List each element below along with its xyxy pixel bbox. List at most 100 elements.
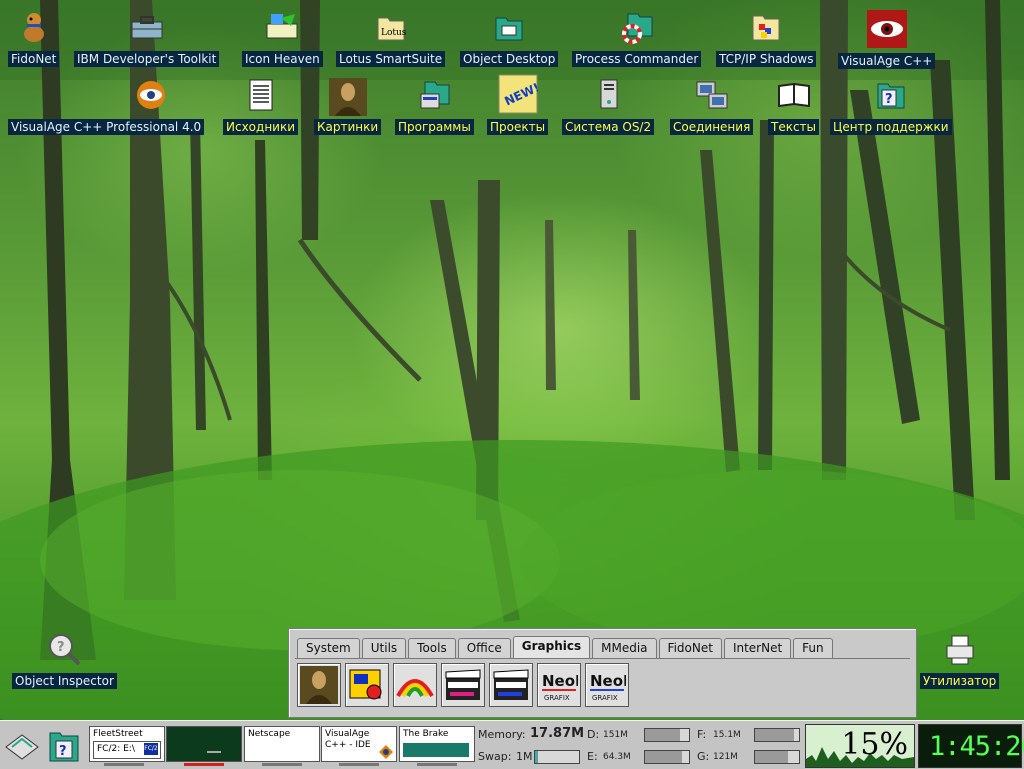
window-indicator bbox=[339, 763, 379, 766]
tab-graphics[interactable]: Graphics bbox=[512, 636, 591, 658]
fleetstreet-window-thumb[interactable]: FleetStreet FC/2: E:\ FC/2 bbox=[89, 726, 165, 762]
printer-icon bbox=[943, 632, 977, 666]
visualage-ide-window-thumb[interactable]: VisualAge C++ - IDE bbox=[321, 726, 397, 762]
film-editor-tool-button[interactable] bbox=[345, 663, 389, 707]
desktop-icon-ibm-developers-toolkit[interactable]: IBM Developer's Toolkit bbox=[74, 10, 220, 67]
desktop-icon-os2-system[interactable]: Система OS/2 bbox=[562, 78, 655, 135]
drive-d-value: 151M bbox=[603, 730, 628, 740]
tab-fidonet[interactable]: FidoNet bbox=[658, 638, 722, 658]
drive-g-value: 121M bbox=[713, 752, 738, 762]
connections-icon bbox=[695, 78, 729, 112]
desktop-icon-fidonet[interactable]: FidoNet bbox=[8, 10, 60, 67]
drive-g-label: G: bbox=[697, 750, 710, 763]
desktop-icon-object-desktop[interactable]: Object Desktop bbox=[460, 10, 559, 67]
tab-tools[interactable]: Tools bbox=[408, 638, 456, 658]
desktop-book-icon bbox=[5, 734, 39, 760]
icon-editor-icon bbox=[265, 10, 299, 44]
minimap-window-mark bbox=[207, 751, 221, 753]
drive-e-value: 64.3M bbox=[603, 752, 631, 762]
drive-f-value: 15.1M bbox=[713, 730, 741, 740]
desktop-icon-sources[interactable]: Исходники bbox=[223, 78, 299, 135]
drive-g-bar-fill bbox=[755, 751, 788, 763]
the-brake-title: The Brake bbox=[403, 729, 449, 739]
desktop-icon-tcpip-shadows[interactable]: TCP/IP Shadows bbox=[716, 10, 817, 67]
tab-fun[interactable]: Fun bbox=[793, 638, 833, 658]
desktop-icon-texts[interactable]: Тексты bbox=[768, 78, 820, 135]
launchpad-tabs: System Utils Tools Office Graphics MMedi… bbox=[297, 636, 835, 658]
fc2-icon: FC/2 bbox=[144, 743, 158, 755]
os2-desktop-button[interactable] bbox=[2, 725, 42, 765]
neon-grafix-alt-tool-button[interactable]: NeoN GRAFIX bbox=[585, 663, 629, 707]
desktop-icon-process-commander[interactable]: Process Commander bbox=[572, 10, 702, 67]
desktop-icon-label: Система OS/2 bbox=[562, 119, 655, 135]
the-brake-window-thumb[interactable]: The Brake bbox=[399, 726, 475, 762]
desktop-icon-programs[interactable]: Программы bbox=[395, 78, 474, 135]
logo-subtext: GRAFIX bbox=[544, 694, 570, 702]
svg-text:Lotus: Lotus bbox=[381, 28, 407, 38]
toolbox-icon bbox=[130, 10, 164, 44]
desktop-icon-label: Icon Heaven bbox=[242, 51, 323, 67]
desktop-icon-label: Object Desktop bbox=[460, 51, 559, 67]
memory-label: Memory: bbox=[478, 728, 526, 741]
desktop-icon-label: Lotus SmartSuite bbox=[336, 51, 446, 67]
drive-f-bar bbox=[754, 728, 800, 742]
window-indicator bbox=[262, 763, 302, 766]
desktop-icon-object-inspector[interactable]: ? Object Inspector bbox=[12, 632, 117, 689]
dog-icon bbox=[17, 10, 51, 44]
desktop-icon-label: IBM Developer's Toolkit bbox=[74, 51, 220, 67]
tab-mmedia[interactable]: MMedia bbox=[592, 638, 657, 658]
rainbow-icon bbox=[396, 679, 434, 698]
film-editor-icon bbox=[349, 669, 382, 700]
swap-label: Swap: bbox=[478, 750, 512, 763]
lotus-folder-icon: Lotus bbox=[374, 10, 408, 44]
swap-value: 1M bbox=[516, 750, 533, 763]
desktop-icon-label: Исходники bbox=[223, 119, 299, 135]
drive-e-bar bbox=[644, 750, 690, 764]
svg-text:?: ? bbox=[59, 744, 67, 759]
fc-window-thumb[interactable]: FC/2: E:\ FC/2 bbox=[93, 741, 161, 759]
help-center-button[interactable]: ? bbox=[44, 725, 84, 765]
desktop-icon-support-center[interactable]: ? Центр поддержки bbox=[830, 78, 952, 135]
visualage-ide-title: VisualAge C++ - IDE bbox=[325, 729, 371, 750]
desktop-icon-lotus-smartsuite[interactable]: Lotus Lotus SmartSuite bbox=[336, 10, 446, 67]
desktop-icon-projects[interactable]: NEW! Проекты bbox=[487, 74, 549, 135]
swap-bar bbox=[534, 750, 580, 764]
desktop-icon-connections[interactable]: Соединения bbox=[670, 78, 754, 135]
visualage-pro-icon bbox=[134, 78, 168, 112]
drive-g-bar bbox=[754, 750, 800, 764]
desktop-icon-label: Программы bbox=[395, 119, 474, 135]
desktop-icon-visualage-cpp[interactable]: VisualAge C++ bbox=[838, 10, 936, 69]
help-folder-icon: ? bbox=[49, 732, 79, 762]
tab-utils[interactable]: Utils bbox=[361, 638, 407, 658]
mona-lisa-tool-button[interactable] bbox=[297, 663, 341, 707]
memory-value: 17.87M bbox=[530, 726, 585, 741]
desktop-icon-visualage-cpp-professional[interactable]: VisualAge C++ Professional 4.0 bbox=[8, 78, 205, 135]
rainbow-tool-button[interactable] bbox=[393, 663, 437, 707]
svg-text:?: ? bbox=[57, 640, 65, 655]
tab-office[interactable]: Office bbox=[457, 638, 511, 658]
lifebuoy-folder-icon bbox=[620, 10, 654, 44]
desktop-icon-label: FidoNet bbox=[8, 51, 60, 67]
netscape-window-thumb[interactable]: Netscape bbox=[244, 726, 320, 762]
desktop-icon-label: Проекты bbox=[487, 119, 549, 135]
fc-path: FC/2: E:\ bbox=[97, 744, 135, 754]
computer-icon bbox=[591, 78, 625, 112]
book-icon bbox=[777, 78, 811, 112]
clock[interactable]: 1:45:26 bbox=[918, 724, 1024, 768]
clapper-tool-button[interactable] bbox=[441, 663, 485, 707]
tab-system[interactable]: System bbox=[297, 638, 360, 658]
cpu-load-monitor[interactable]: 15% bbox=[805, 724, 915, 768]
desktop-icon-pictures[interactable]: Картинки bbox=[314, 78, 382, 135]
drive-d-label: D: bbox=[587, 728, 600, 741]
swap-bar-fill bbox=[535, 751, 538, 763]
tab-internet[interactable]: InterNet bbox=[723, 638, 792, 658]
programs-folder-icon bbox=[417, 78, 451, 112]
neon-grafix-tool-button[interactable]: NeoN GRAFIX bbox=[537, 663, 581, 707]
desktop-icon-icon-heaven[interactable]: Icon Heaven bbox=[242, 10, 323, 67]
eye-icon bbox=[866, 10, 907, 50]
desktop-minimap[interactable] bbox=[166, 726, 242, 762]
desktop-icon-label: Утилизатор bbox=[920, 673, 1000, 689]
clapper-alt-tool-button[interactable] bbox=[489, 663, 533, 707]
desktop-icon-shredder[interactable]: Утилизатор bbox=[920, 632, 1000, 689]
logo-text: NeoN bbox=[542, 672, 578, 690]
